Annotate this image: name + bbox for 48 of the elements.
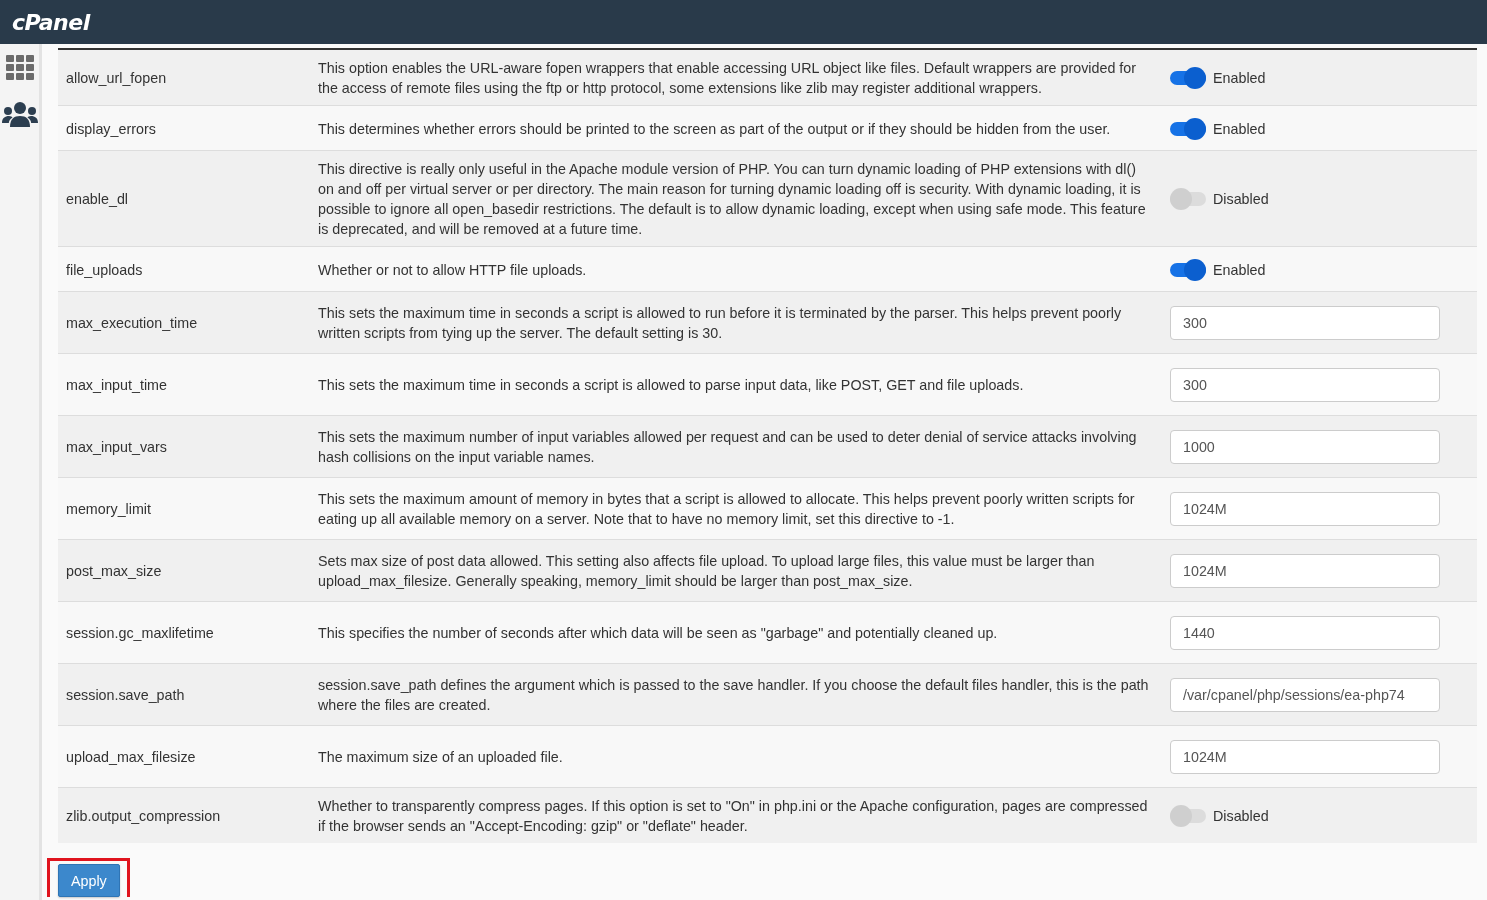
setting-name: max_input_time: [66, 376, 167, 395]
toggle-label: Disabled: [1213, 807, 1269, 826]
toggle-label: Disabled: [1213, 190, 1269, 209]
setting-description: This directive is really only useful in the Apache module version of PHP. You can turn dynamic loading of PHP extensions with dl() on and off per virtual server or per directory. The main reason for turning dynamic loading off is security. With dynamic loading, it is possible to ignore all open_basedir restrictions. The default is to allow dynamic loading, except when using safe mode. This feature is deprecated, and will be removed at a future time.: [318, 160, 1147, 239]
setting-name: display_errors: [66, 119, 156, 139]
setting-name: file_uploads: [66, 260, 143, 280]
setting-name: enable_dl: [66, 190, 128, 209]
setting-description: This sets the maximum time in seconds a script is allowed to run before it is terminated by the parser. This helps prevent poorly written scripts from tying up the server. The default setting is 30.: [318, 304, 1123, 343]
setting-description: This option enables the URL-aware fopen wrappers that enable accessing URL object like files. Default wrappers are provided for the access of remote files using the ftp or http protocol, some extensions like zlib may register additional wrappers.: [318, 59, 1137, 98]
value-field[interactable]: 1024M: [1170, 492, 1440, 526]
value-field[interactable]: 1024M: [1170, 554, 1440, 588]
value-field[interactable]: 1440: [1170, 616, 1440, 650]
apply-button[interactable]: Apply: [58, 864, 120, 897]
logo[interactable]: cPanel: [12, 9, 90, 35]
setting-name: memory_limit: [66, 500, 151, 519]
value-field[interactable]: 300: [1170, 368, 1440, 402]
setting-description: This sets the maximum time in seconds a script is allowed to parse input data, like POST, GET and file uploads.: [318, 376, 1024, 395]
setting-name: allow_url_fopen: [66, 69, 167, 88]
setting-name: max_execution_time: [66, 314, 198, 333]
value-field[interactable]: 1024M: [1170, 740, 1440, 774]
toggle-label: Enabled: [1213, 69, 1266, 88]
setting-description: This sets the maximum amount of memory in bytes that a script is allowed to allocate. This helps prevent poorly written scripts for eating up all available memory on a server. Note that to have no memory limit, set this directive to -1.: [318, 490, 1136, 529]
toggle-label: Enabled: [1213, 119, 1266, 139]
setting-description: This determines whether errors should be printed to the screen as part of the output or if they should be hidden from the user.: [318, 119, 1111, 139]
grid-icon[interactable]: [5, 55, 34, 80]
toggle-switch[interactable]: [1170, 188, 1206, 210]
toggle-switch[interactable]: [1170, 805, 1206, 827]
setting-description: The maximum size of an uploaded file.: [318, 748, 563, 767]
setting-description: session.save_path defines the argument which is passed to the save handler. If you choose the default files handler, this is the path where the files are created.: [318, 676, 1150, 715]
users-icon[interactable]: [1, 102, 38, 127]
value-field[interactable]: 300: [1170, 306, 1440, 340]
toggle-switch[interactable]: [1170, 117, 1206, 140]
setting-name: post_max_size: [66, 562, 162, 581]
setting-description: Whether to transparently compress pages. If this option is set to "On" in php.ini or the Apache configuration, pages are compressed if the browser sends an "Accept-Encoding: gzip" or "deflate" header.: [318, 797, 1149, 836]
toggle-label: Enabled: [1213, 260, 1266, 280]
setting-name: upload_max_filesize: [66, 748, 196, 767]
setting-name: session.save_path: [66, 686, 185, 705]
toggle-switch[interactable]: [1170, 258, 1206, 281]
setting-description: Sets max size of post data allowed. This setting also affects file upload. To upload large files, this value must be larger than upload_max_filesize. Generally speaking, memory_limit should be larger than post_max_size.: [318, 552, 1096, 591]
setting-name: zlib.output_compression: [66, 807, 221, 826]
toggle-switch[interactable]: [1170, 67, 1206, 89]
setting-description: Whether or not to allow HTTP file uploads.: [318, 260, 587, 280]
setting-name: session.gc_maxlifetime: [66, 624, 214, 643]
value-field[interactable]: 1000: [1170, 430, 1440, 464]
setting-description: This specifies the number of seconds after which data will be seen as "garbage" and potentially cleaned up.: [318, 624, 998, 643]
value-field[interactable]: /var/cpanel/php/sessions/ea-php74: [1170, 678, 1440, 712]
setting-description: This sets the maximum number of input variables allowed per request and can be used to deter denial of service attacks involving hash collisions on the input variable names.: [318, 428, 1138, 467]
setting-name: max_input_vars: [66, 438, 167, 457]
